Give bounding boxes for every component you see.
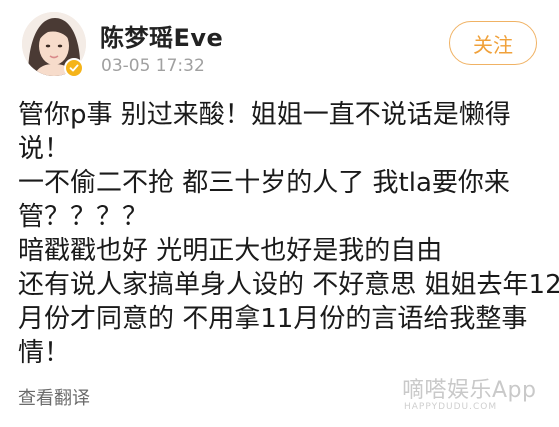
verified-badge-icon <box>64 58 84 78</box>
post-text-line: 管你p事 别过来酸！姐姐一直不说话是懒得 <box>18 100 511 130</box>
post-timestamp: 03-05 17:32 <box>101 56 205 76</box>
post-text-line: 情！ <box>18 338 71 368</box>
watermark-url: HAPPYDUDU.COM <box>404 402 498 412</box>
translate-link[interactable]: 查看翻译 <box>18 384 90 410</box>
watermark: 嘀嗒娱乐App HAPPYDUDU.COM <box>402 372 552 418</box>
post-text-line: 暗戳戳也好 光明正大也好是我的自由 <box>18 236 443 266</box>
post-text-line: 还有说人家搞单身人设的 不好意思 姐姐去年12 <box>18 270 559 300</box>
post-text-line: 一不偷二不抢 都三十岁的人了 我tla要你来 <box>18 168 510 198</box>
follow-button[interactable]: 关注 <box>449 21 537 65</box>
post-body: 管你p事 别过来酸！姐姐一直不说话是懒得 说！ 一不偷二不抢 都三十岁的人了 我… <box>18 98 559 370</box>
author-name[interactable]: 陈梦瑶Eve <box>100 18 223 53</box>
post-text-line: 说！ <box>18 134 71 164</box>
watermark-brand: 嘀嗒娱乐App <box>402 378 537 403</box>
post-text-line: 月份才同意的 不用拿11月份的言语给我整事 <box>18 304 528 334</box>
post-text-line: 管？？？？ <box>18 202 149 232</box>
